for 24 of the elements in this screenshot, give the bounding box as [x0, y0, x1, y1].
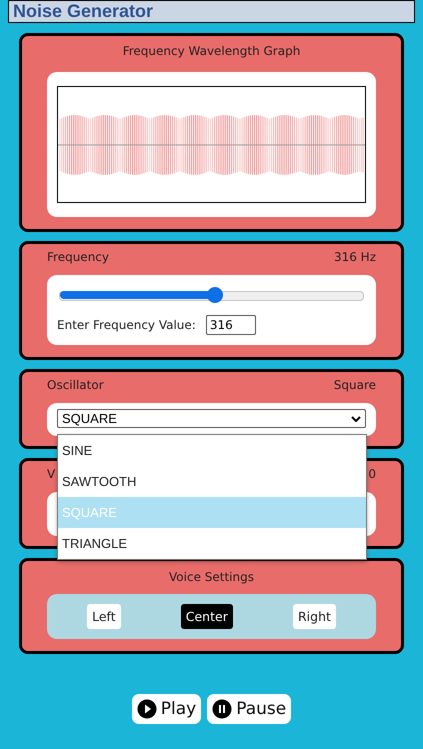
- volume-label: V: [47, 467, 56, 481]
- voice-button[interactable]: Right: [293, 604, 336, 629]
- app-title: Noise Generator: [13, 1, 154, 22]
- oscillator-label: Oscillator: [47, 378, 104, 392]
- voice-button[interactable]: Left: [87, 604, 121, 629]
- input-label: Enter Frequency Value:: [57, 318, 196, 332]
- dropdown-option[interactable]: SAWTOOTH: [58, 466, 366, 497]
- frequency-label: Frequency: [47, 250, 109, 264]
- play-icon: [136, 699, 157, 719]
- card-title: Frequency Wavelength Graph: [122, 44, 300, 58]
- card-title: Voice Settings: [169, 570, 254, 584]
- voice-button[interactable]: Center: [180, 604, 233, 629]
- caret-icon: [351, 416, 361, 422]
- oscillator-reading: Square: [334, 378, 376, 392]
- frequency-input[interactable]: 316: [206, 315, 256, 335]
- frequency-reading: 316 Hz: [334, 250, 376, 264]
- dropdown-option[interactable]: SINE: [58, 435, 366, 466]
- pause-icon: [212, 699, 232, 719]
- oscillator-select[interactable]: SQUARE: [57, 409, 366, 428]
- pause-button[interactable]: Pause: [207, 694, 292, 724]
- slider-thumb[interactable]: [206, 287, 223, 303]
- play-button[interactable]: Play: [132, 694, 202, 724]
- volume-reading: 0: [368, 467, 376, 481]
- dropdown-option[interactable]: TRIANGLE: [58, 528, 366, 559]
